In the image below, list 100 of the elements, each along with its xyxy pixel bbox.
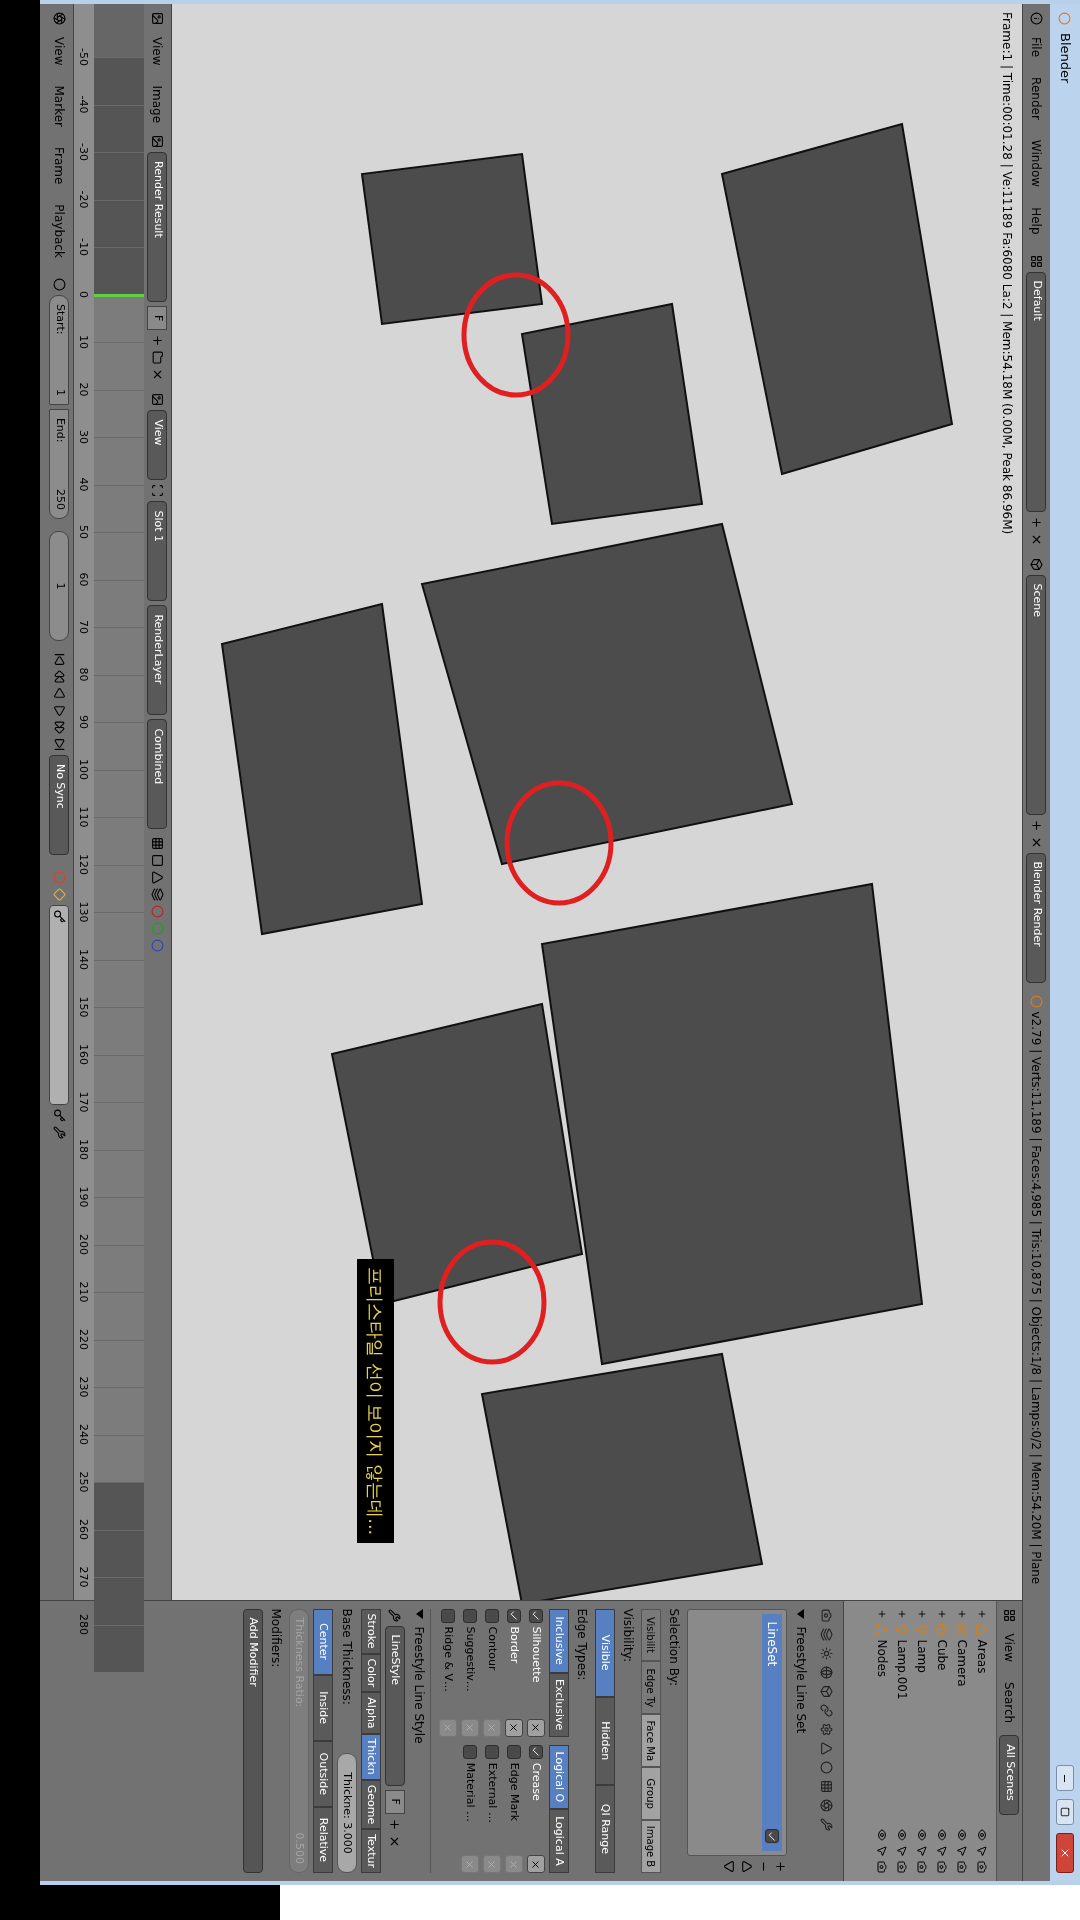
property-label: Base Thickness: — [339, 1608, 355, 1707]
outliner-item[interactable]: Lamp — [913, 1639, 931, 1673]
move-up-icon — [740, 1860, 753, 1873]
exclude-toggle[interactable] — [527, 1718, 545, 1737]
exclude-toggle[interactable] — [439, 1718, 457, 1737]
minimize-button[interactable] — [1056, 1765, 1074, 1791]
selection-toggle[interactable]: Edge Ty — [641, 1661, 661, 1715]
sync-dropdown[interactable]: No Sync — [49, 754, 70, 855]
keying-set-field[interactable] — [49, 904, 70, 1105]
menu-item[interactable]: Playback — [50, 196, 69, 266]
menu-item[interactable]: View — [148, 29, 167, 74]
end-frame-field[interactable]: End: 250 — [49, 408, 70, 519]
record-icon — [53, 870, 66, 884]
checkbox[interactable] — [463, 1744, 477, 1759]
checkbox[interactable] — [507, 1744, 521, 1759]
menu-item[interactable]: Marker — [50, 77, 69, 135]
playhead[interactable] — [94, 293, 144, 297]
render-pass-selector[interactable]: Combined — [147, 719, 168, 830]
line-style-selector[interactable]: LineStyle — [385, 1625, 405, 1786]
outliner-item[interactable]: Nodes — [873, 1639, 891, 1678]
checkbox[interactable] — [529, 1608, 543, 1623]
frame-number: 180 — [76, 1139, 91, 1160]
menu-item[interactable]: Help — [1027, 199, 1046, 243]
camera-icon — [976, 1861, 988, 1873]
exclude-toggle[interactable] — [527, 1855, 545, 1873]
toggle-button[interactable]: Inclusive — [549, 1608, 569, 1673]
selection-toggle[interactable]: Face Ma — [641, 1714, 661, 1768]
thickness-field[interactable]: Thickne: 3.000 — [337, 1753, 357, 1873]
tab[interactable]: Color — [361, 1653, 381, 1693]
expand-icon — [977, 1608, 987, 1619]
toggle-button[interactable]: Inside — [313, 1674, 333, 1741]
fake-user-button[interactable]: F — [385, 1789, 405, 1814]
outliner-item[interactable]: Areas — [973, 1639, 991, 1674]
layout-selector[interactable]: Default — [1026, 271, 1047, 512]
toggle-button[interactable]: Logical O — [549, 1744, 569, 1809]
checkbox[interactable] — [485, 1608, 499, 1623]
scene-selector[interactable]: Scene — [1026, 574, 1047, 815]
render-layer-selector[interactable]: RenderLayer — [147, 605, 168, 716]
menu-item[interactable]: Frame — [50, 138, 69, 193]
selection-toggle[interactable]: Visibilit — [641, 1608, 661, 1662]
menu-item[interactable]: View — [50, 29, 69, 74]
checkbox[interactable] — [441, 1608, 455, 1623]
disclosure-triangle-icon[interactable] — [416, 1608, 423, 1619]
close-icon — [1059, 1847, 1071, 1859]
check-icon — [530, 1746, 542, 1758]
nodes-icon — [875, 1622, 889, 1636]
menu-item[interactable]: Window — [1027, 131, 1046, 196]
slot-selector[interactable]: Slot 1 — [147, 501, 168, 602]
tab[interactable]: Thickn — [361, 1733, 381, 1780]
tab[interactable]: Alpha — [361, 1692, 381, 1734]
close-button[interactable] — [1056, 1833, 1074, 1873]
menu-item[interactable]: Image — [148, 77, 167, 132]
selection-toggle[interactable]: Image B — [641, 1820, 661, 1873]
toggle-button[interactable]: Hidden — [595, 1696, 615, 1785]
render-engine-dropdown[interactable]: Blender Render — [1026, 852, 1047, 983]
menu-item[interactable]: Render — [1027, 69, 1046, 128]
selection-toggle[interactable]: Group — [641, 1767, 661, 1821]
exclude-toggle[interactable] — [505, 1855, 523, 1873]
exclude-toggle[interactable] — [461, 1718, 479, 1737]
checkbox[interactable] — [485, 1744, 499, 1759]
menu-item[interactable]: Search — [1000, 1674, 1019, 1732]
toggle-button[interactable]: Outside — [313, 1740, 333, 1807]
list-item[interactable]: LineSet — [762, 1613, 782, 1851]
checkbox[interactable] — [507, 1608, 521, 1623]
checkbox[interactable] — [529, 1744, 543, 1759]
frame-number: 240 — [76, 1424, 91, 1445]
outliner-item[interactable]: Cube — [933, 1639, 951, 1671]
toggle-button[interactable]: Exclusive — [549, 1672, 569, 1737]
menu-item[interactable]: File — [1027, 29, 1046, 66]
outliner-item[interactable]: Lamp.001 — [893, 1639, 911, 1700]
start-frame-field[interactable]: Start: 1 — [49, 294, 70, 405]
toggle-button[interactable]: QI Range — [595, 1784, 615, 1873]
toggle-button[interactable]: Visible — [595, 1608, 615, 1697]
exclude-toggle[interactable] — [483, 1855, 501, 1873]
exclude-toggle[interactable] — [461, 1855, 479, 1873]
outliner-item[interactable]: Camera — [953, 1639, 971, 1687]
checkbox[interactable] — [463, 1608, 477, 1623]
toggle-button[interactable]: Center — [313, 1608, 333, 1675]
menu-item[interactable]: View — [1000, 1625, 1019, 1670]
maximize-button[interactable] — [1056, 1799, 1074, 1825]
current-frame-field[interactable]: 1 — [49, 530, 70, 641]
checker-icon — [151, 837, 164, 851]
add-modifier-dropdown[interactable]: Add Modifier — [243, 1608, 263, 1873]
fake-user-button[interactable]: F — [147, 306, 168, 331]
view-selector[interactable]: View — [147, 410, 168, 481]
exclude-toggle[interactable] — [505, 1718, 523, 1737]
exclude-toggle[interactable] — [483, 1718, 501, 1737]
tab[interactable]: Textur — [361, 1829, 381, 1873]
folder-icon — [151, 351, 164, 365]
frame-number: 280 — [76, 1614, 91, 1635]
tab[interactable]: Geome — [361, 1779, 381, 1830]
toggle-button[interactable]: Relative — [313, 1806, 333, 1873]
checkbox[interactable] — [765, 1829, 779, 1843]
display-mode-dropdown[interactable]: All Scenes — [999, 1735, 1020, 1816]
camera-icon — [956, 1861, 968, 1873]
tab[interactable]: Stroke — [361, 1608, 381, 1654]
toggle-button[interactable]: Logical A — [549, 1808, 569, 1873]
image-selector[interactable]: Render Result — [147, 152, 168, 303]
disclosure-triangle-icon[interactable] — [797, 1608, 805, 1619]
frame-number: 260 — [76, 1519, 91, 1540]
